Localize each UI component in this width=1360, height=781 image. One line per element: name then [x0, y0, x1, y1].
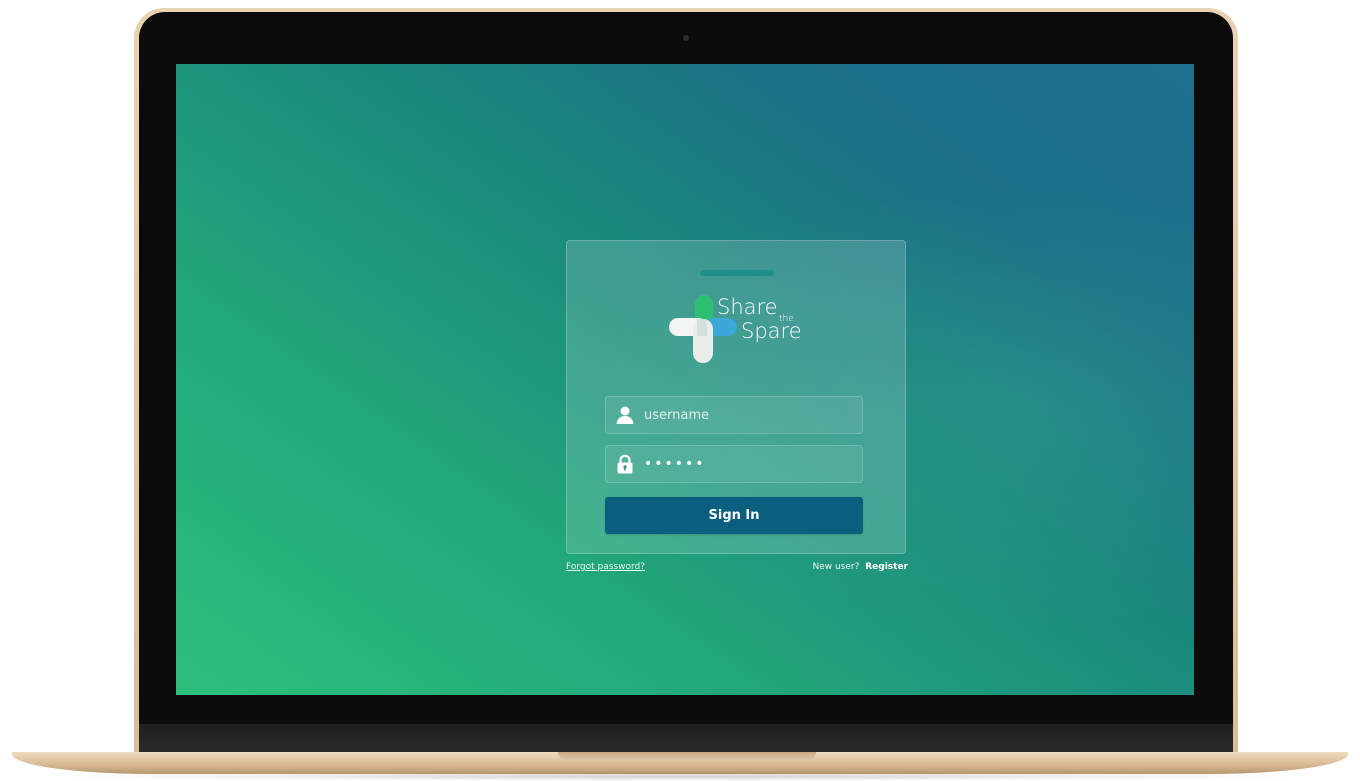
login-card: Share the Spare username •••••• Sign In [566, 240, 906, 554]
laptop-base-notch [558, 752, 816, 760]
laptop-screen: Share the Spare username •••••• Sign In … [176, 64, 1194, 695]
logo-text-share: Share [717, 295, 778, 319]
register-link[interactable]: Register [865, 562, 908, 572]
login-footer-links: Forgot password? New user? Register [566, 562, 908, 576]
new-user-label: New user? [812, 562, 860, 572]
card-handle-bar [700, 270, 774, 276]
password-input[interactable] [636, 446, 862, 482]
lock-icon [614, 453, 636, 475]
share-the-spare-logo: Share the Spare [669, 293, 809, 365]
username-field [605, 396, 863, 434]
password-field [605, 445, 863, 483]
webcam [683, 35, 689, 41]
new-user-prompt: New user? Register [812, 562, 908, 572]
user-icon [614, 404, 636, 426]
username-input[interactable] [636, 397, 862, 433]
sign-in-button[interactable]: Sign In [605, 497, 863, 534]
laptop-chin [139, 724, 1233, 754]
forgot-password-link[interactable]: Forgot password? [566, 562, 645, 572]
logo-text-spare: Spare [741, 319, 802, 343]
